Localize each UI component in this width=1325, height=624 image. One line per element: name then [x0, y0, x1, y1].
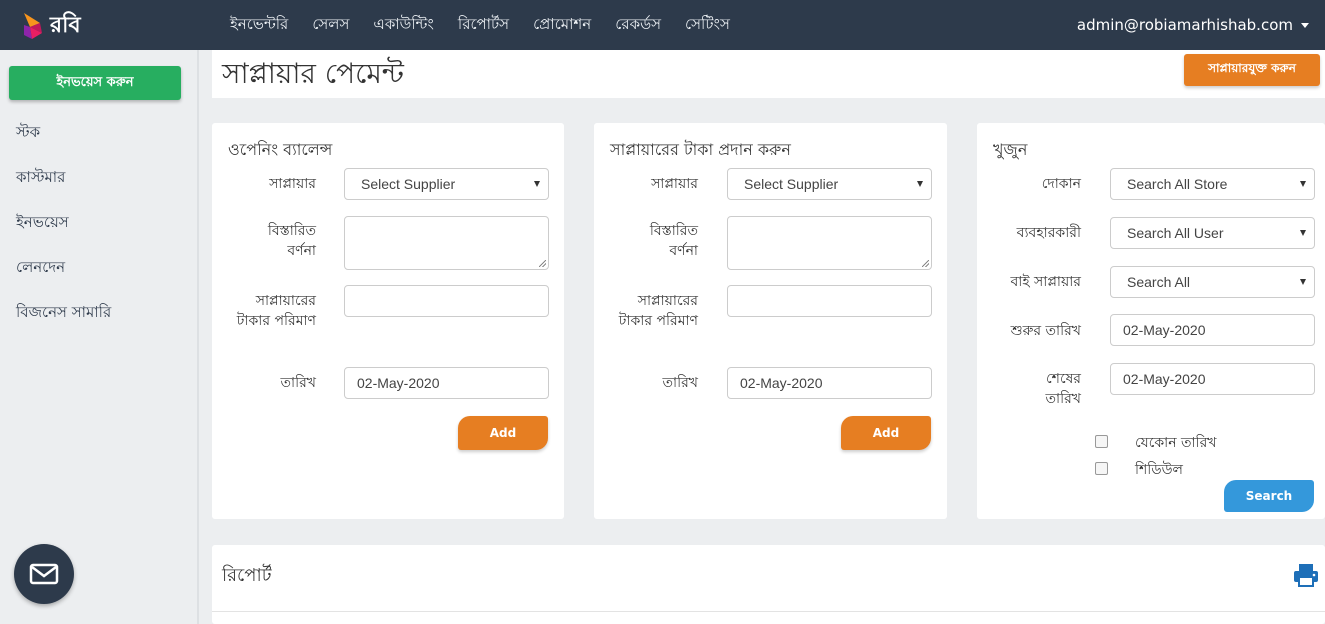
date-input[interactable]: 02-May-2020	[344, 367, 549, 399]
supplier-select[interactable]: Select Supplier	[727, 168, 932, 200]
nav-sales[interactable]: সেলস	[312, 13, 349, 38]
page-title: সাপ্লায়ার পেমেন্ট	[222, 57, 404, 90]
by-supplier-select[interactable]: Search All	[1110, 266, 1315, 298]
user-menu[interactable]: admin@robiamarhishab.com	[1077, 0, 1309, 50]
any-date-label: যেকোন তারিখ	[1135, 435, 1217, 451]
sidebar: ইনভয়েস করুন স্টক কাস্টমার ইনভয়েস লেনদে…	[0, 50, 199, 624]
schedule-checkbox[interactable]	[1095, 462, 1108, 475]
sidebar-item-transactions[interactable]: লেনদেন	[16, 256, 65, 281]
store-select-value: Search All Store	[1127, 176, 1228, 192]
select-arrow-icon	[534, 181, 540, 187]
store-label: দোকান	[1041, 176, 1081, 192]
nav-settings[interactable]: সেটিংস	[685, 13, 730, 38]
amount-label: সাপ্লায়ারের টাকার পরিমাণ	[236, 293, 316, 329]
resize-grip-icon[interactable]	[922, 260, 929, 267]
panel-title: খুজুন	[993, 140, 1028, 159]
start-date-value: 02-May-2020	[1123, 322, 1206, 338]
caret-down-icon	[1301, 22, 1309, 28]
description-textarea[interactable]	[344, 216, 549, 270]
amount-input[interactable]	[727, 285, 932, 317]
nav-records[interactable]: রেকর্ডস	[615, 13, 661, 38]
search-panel: খুজুন দোকান Search All Store ব্যবহারকারী…	[977, 123, 1325, 519]
add-supplier-button[interactable]: সাপ্লায়ারযুক্ত করুন	[1184, 54, 1320, 86]
mail-fab-button[interactable]	[14, 544, 74, 604]
nav-accounting[interactable]: একাউন্টিং	[373, 13, 434, 38]
description-textarea[interactable]	[727, 216, 932, 270]
date-label: তারিখ	[280, 375, 316, 391]
create-invoice-button[interactable]: ইনভয়েস করুন	[9, 66, 181, 100]
description-label: বিস্তারিত বর্ণনা	[267, 223, 316, 259]
panel-title: ওপেনিং ব্যালেন্স	[228, 140, 333, 159]
pay-supplier-panel: সাপ্লায়ারের টাকা প্রদান করুন সাপ্লায়ার…	[594, 123, 947, 519]
user-email: admin@robiamarhishab.com	[1076, 16, 1293, 34]
nav-inventory[interactable]: ইনভেন্টরি	[230, 13, 288, 38]
add-opening-balance-button[interactable]: Add	[458, 416, 548, 450]
report-divider	[212, 611, 1325, 612]
end-date-input[interactable]: 02-May-2020	[1110, 363, 1315, 395]
user-select[interactable]: Search All User	[1110, 217, 1315, 249]
schedule-label: শিডিউল	[1135, 462, 1183, 478]
select-arrow-icon	[1300, 279, 1306, 285]
add-payment-button[interactable]: Add	[841, 416, 931, 450]
print-icon[interactable]	[1293, 563, 1319, 591]
date-input-value: 02-May-2020	[740, 375, 823, 391]
select-arrow-icon	[917, 181, 923, 187]
date-label: তারিখ	[662, 375, 698, 391]
nav-promotion[interactable]: প্রোমোশন	[533, 13, 591, 38]
panel-title: সাপ্লায়ারের টাকা প্রদান করুন	[610, 140, 791, 159]
supplier-label: সাপ্লায়ার	[651, 176, 698, 192]
opening-balance-panel: ওপেনিং ব্যালেন্স সাপ্লায়ার Select Suppl…	[212, 123, 564, 519]
report-panel: রিপোর্ট	[212, 545, 1325, 624]
amount-label: সাপ্লায়ারের টাকার পরিমাণ	[618, 293, 698, 329]
report-title: রিপোর্ট	[222, 565, 272, 586]
supplier-label: সাপ্লায়ার	[269, 176, 316, 192]
any-date-checkbox[interactable]	[1095, 435, 1108, 448]
by-supplier-label: বাই সাপ্লায়ার	[1010, 274, 1081, 290]
robi-logo-icon	[24, 13, 42, 39]
end-date-label: শেষের তারিখ	[1045, 371, 1081, 407]
resize-grip-icon[interactable]	[539, 260, 546, 267]
sidebar-item-business-summary[interactable]: বিজনেস সামারি	[16, 301, 111, 326]
select-arrow-icon	[1300, 230, 1306, 236]
date-input[interactable]: 02-May-2020	[727, 367, 932, 399]
supplier-select[interactable]: Select Supplier	[344, 168, 549, 200]
sidebar-item-invoice[interactable]: ইনভয়েস	[16, 211, 69, 236]
date-input-value: 02-May-2020	[357, 375, 440, 391]
page-header: সাপ্লায়ার পেমেন্ট সাপ্লায়ারযুক্ত করুন	[212, 50, 1325, 98]
sidebar-item-customer[interactable]: কাস্টমার	[16, 166, 65, 191]
user-select-value: Search All User	[1127, 225, 1224, 241]
brand-name: রবি	[50, 12, 81, 38]
description-label: বিস্তারিত বর্ণনা	[649, 223, 698, 259]
store-select[interactable]: Search All Store	[1110, 168, 1315, 200]
main-nav: ইনভেন্টরি সেলস একাউন্টিং রিপোর্টস প্রোমো…	[218, 0, 742, 50]
nav-reports[interactable]: রিপোর্টস	[458, 13, 509, 38]
end-date-value: 02-May-2020	[1123, 371, 1206, 387]
brand-logo[interactable]: রবি	[22, 10, 81, 42]
by-supplier-select-value: Search All	[1127, 274, 1191, 290]
mail-icon	[29, 563, 59, 585]
start-date-label: শুরুর তারিখ	[1010, 323, 1081, 339]
start-date-input[interactable]: 02-May-2020	[1110, 314, 1315, 346]
supplier-select-value: Select Supplier	[361, 176, 456, 192]
search-button[interactable]: Search	[1224, 480, 1314, 512]
sidebar-item-stock[interactable]: স্টক	[16, 121, 40, 146]
amount-input[interactable]	[344, 285, 549, 317]
top-navbar: রবি ইনভেন্টরি সেলস একাউন্টিং রিপোর্টস প্…	[0, 0, 1325, 50]
user-label: ব্যবহারকারী	[1016, 225, 1081, 241]
select-arrow-icon	[1300, 181, 1306, 187]
supplier-select-value: Select Supplier	[744, 176, 839, 192]
